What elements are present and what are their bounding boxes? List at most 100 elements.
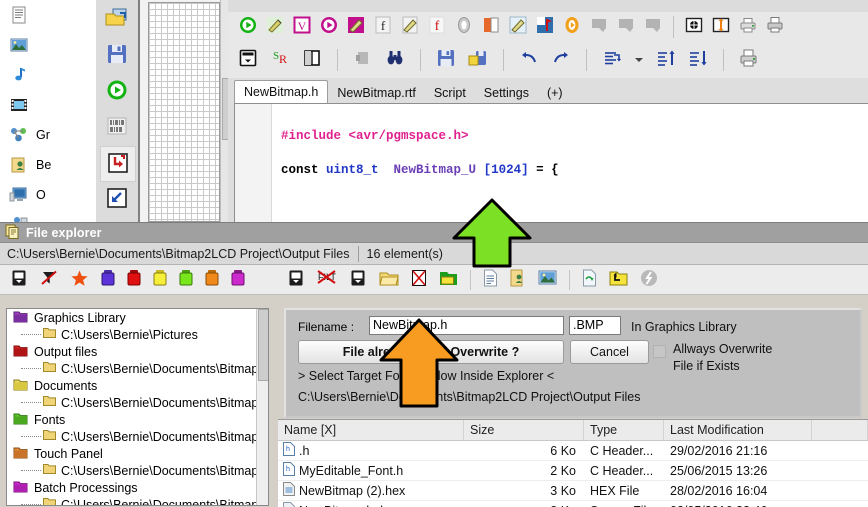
shell-item-user[interactable]: Be	[0, 150, 96, 180]
tree-scroll-thumb[interactable]	[258, 309, 268, 381]
file-explorer-titlebar[interactable]: File explorer	[0, 223, 868, 243]
tree-child-item[interactable]: C:\Users\Bernie\Documents\Bitmap	[7, 360, 268, 377]
run-button[interactable]	[100, 74, 134, 108]
always-overwrite-checkbox[interactable]	[653, 345, 666, 358]
tree-root-item[interactable]: Batch Processings	[7, 479, 268, 496]
tree-root-item[interactable]: Touch Panel	[7, 445, 268, 462]
folder-blue-button[interactable]	[101, 269, 115, 290]
shell-folder-tree[interactable]: Gr Be O	[0, 0, 97, 222]
editor-tabs[interactable]: NewBitmap.h NewBitmap.rtf Script Setting…	[228, 78, 868, 104]
file-list[interactable]: Name [X] Size Type Last Modification h .h…	[278, 419, 868, 507]
file-name-cell[interactable]: h .h	[278, 442, 464, 459]
shell-item-network-drive[interactable]	[0, 210, 96, 222]
play-magenta-button[interactable]	[317, 15, 341, 39]
font-edit-button[interactable]	[398, 15, 422, 39]
file-name-cell[interactable]: NewBitmap (2).hex	[278, 482, 464, 499]
folder-red-button[interactable]	[127, 269, 141, 290]
tree-child-item[interactable]: C:\Users\Bernie\Documents\Bitmap	[7, 496, 268, 505]
save-project-button[interactable]	[100, 38, 134, 72]
column-header-name[interactable]: Name [X]	[278, 420, 464, 440]
no-filter-button[interactable]	[40, 269, 58, 290]
tree-child-item[interactable]: C:\Users\Bernie\Documents\Bitmap	[7, 428, 268, 445]
folder-up-button[interactable]	[609, 270, 628, 290]
tree-root-item[interactable]: Graphics Library	[7, 309, 268, 326]
column-header-size[interactable]: Size	[464, 420, 584, 440]
file-list-header[interactable]: Name [X] Size Type Last Modification	[278, 420, 868, 441]
print-preview-button[interactable]	[763, 15, 787, 39]
overwrite-button[interactable]: File already exist. Overwrite ?	[298, 340, 564, 364]
list-button[interactable]	[236, 48, 260, 72]
table-row[interactable]: NewBitmap (2).hex 3 Ko HEX File 28/02/20…	[278, 481, 868, 501]
undo-button[interactable]	[517, 48, 541, 72]
book-edit-button[interactable]	[506, 15, 530, 39]
play-orange-button[interactable]	[560, 15, 584, 39]
code-content[interactable]: #include <avr/pgmspace.h> const uint8_t …	[281, 104, 868, 222]
tree-child-item[interactable]: C:\Users\Bernie\Documents\Bitmap	[7, 462, 268, 479]
tree-group-touch-panel[interactable]: Touch Panel C:\Users\Bernie\Documents\Bi…	[7, 445, 268, 479]
drive-black-button[interactable]	[10, 269, 28, 290]
flag-image-button[interactable]	[533, 15, 557, 39]
font-f-button[interactable]: f	[371, 15, 395, 39]
print-document-button[interactable]	[737, 48, 761, 72]
filter-off-button[interactable]: FILT	[317, 269, 337, 290]
user-folder-button[interactable]	[510, 269, 526, 290]
tree-group-output-files[interactable]: Output files C:\Users\Bernie\Documents\B…	[7, 343, 268, 377]
edit-script-button[interactable]	[263, 15, 287, 39]
filename-input[interactable]	[369, 316, 564, 335]
refresh-file-button[interactable]	[582, 269, 597, 290]
tree-child-item[interactable]: C:\Users\Bernie\Pictures	[7, 326, 268, 343]
open-project-button[interactable]	[100, 2, 134, 36]
file-name-cell[interactable]: h MyEditable_Font.h	[278, 462, 464, 479]
tree-root-item[interactable]: Documents	[7, 377, 268, 394]
redo-button[interactable]	[549, 48, 573, 72]
search-replace-button[interactable]: SR	[268, 48, 292, 72]
edit-magenta-button[interactable]	[344, 15, 368, 39]
tab-newbitmap-h[interactable]: NewBitmap.h	[234, 80, 329, 104]
split-view-button[interactable]	[300, 48, 324, 72]
shell-item-videos[interactable]	[0, 90, 96, 120]
bitmap-grid-canvas[interactable]	[148, 2, 220, 222]
delete-button[interactable]	[411, 269, 427, 290]
oval-grey-button[interactable]	[452, 15, 476, 39]
shell-item-documents[interactable]	[0, 0, 96, 30]
import-button[interactable]	[100, 146, 136, 182]
column-header-extra[interactable]	[812, 420, 868, 440]
panel-grey-1-button[interactable]	[587, 15, 611, 39]
text-file-button[interactable]	[483, 269, 498, 290]
folder-tree-panel[interactable]: Graphics Library C:\Users\Bernie\Picture…	[6, 308, 269, 506]
favorite-button[interactable]	[70, 269, 89, 291]
tree-group-graphics-library[interactable]: Graphics Library C:\Users\Bernie\Picture…	[7, 309, 268, 343]
tab-newbitmap-rtf[interactable]: NewBitmap.rtf	[328, 83, 425, 104]
power-button[interactable]	[640, 269, 658, 290]
panel-grey-2-button[interactable]	[614, 15, 638, 39]
code-editor[interactable]: #include <avr/pgmspace.h> const uint8_t …	[234, 103, 868, 222]
folder-green-button[interactable]	[179, 269, 193, 290]
print-button[interactable]	[736, 15, 760, 39]
tab-script[interactable]: Script	[424, 83, 475, 104]
column-header-type[interactable]: Type	[584, 420, 664, 440]
file-name-cell[interactable]: NewBitmap.bak	[278, 502, 464, 507]
tab-settings[interactable]: Settings	[474, 83, 538, 104]
tree-vertical-scrollbar[interactable]	[256, 309, 268, 505]
tree-root-item[interactable]: Output files	[7, 343, 268, 360]
tree-group-documents[interactable]: Documents C:\Users\Bernie\Documents\Bitm…	[7, 377, 268, 411]
table-row[interactable]: NewBitmap.bak 8 Ko Source Fil... 03/05/2…	[278, 501, 868, 507]
toolbar-row-2[interactable]: SR	[228, 41, 868, 79]
dropdown-caret-button[interactable]	[632, 48, 646, 72]
save-button[interactable]	[434, 48, 458, 72]
drive-black-2-button[interactable]	[287, 269, 305, 290]
indent-button[interactable]	[600, 48, 624, 72]
extension-input[interactable]	[569, 316, 621, 335]
shell-item-music[interactable]	[0, 60, 96, 90]
find-button[interactable]	[383, 48, 407, 72]
vertical-toolbar[interactable]	[96, 0, 139, 222]
folder-open-button[interactable]	[379, 270, 399, 290]
folder-orange-button[interactable]	[205, 269, 219, 290]
page-grey-button[interactable]	[351, 48, 375, 72]
column-header-modified[interactable]: Last Modification	[664, 420, 812, 440]
shell-item-pictures[interactable]	[0, 30, 96, 60]
drive-black-3-button[interactable]	[349, 269, 367, 290]
file-explorer-toolbar[interactable]: FILT	[0, 265, 868, 295]
tree-group-fonts[interactable]: Fonts C:\Users\Bernie\Documents\Bitmap	[7, 411, 268, 445]
file-explorer-path-bar[interactable]: C:\Users\Bernie\Documents\Bitmap2LCD Pro…	[0, 243, 868, 265]
